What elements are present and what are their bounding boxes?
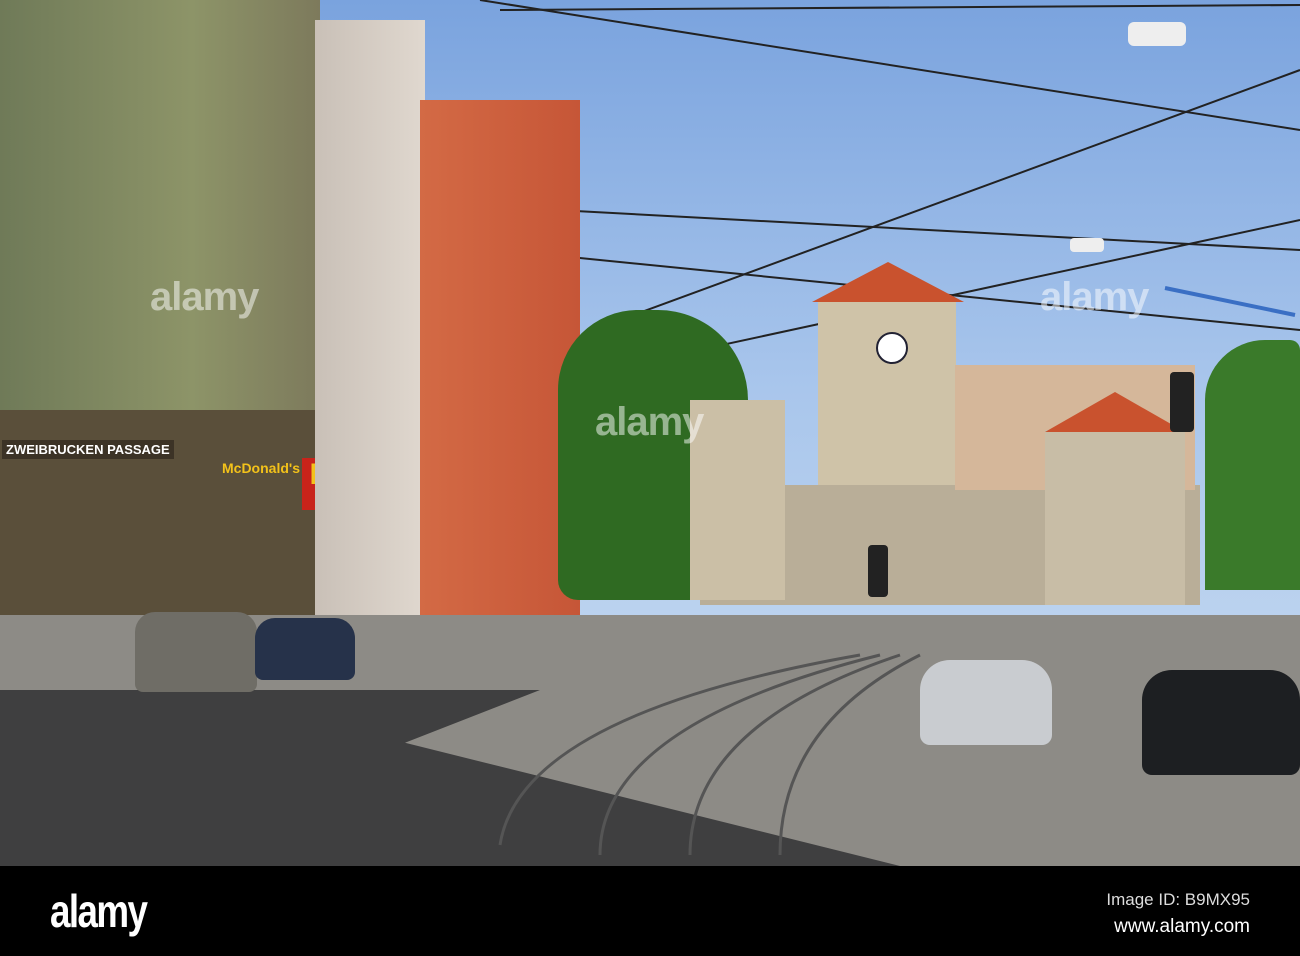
- mcdonalds-sign: McDonald's: [222, 460, 301, 476]
- gate-tower: [818, 300, 956, 490]
- passage-sign: ZWEIBRUCKEN PASSAGE: [2, 440, 174, 459]
- black-car: [1142, 670, 1300, 775]
- right-tower: [1045, 430, 1185, 605]
- traffic-light: [1170, 372, 1194, 432]
- footer-bar: [0, 866, 1300, 956]
- tower-roof: [812, 262, 964, 302]
- watermark: alamy: [1040, 275, 1149, 319]
- orange-building: [420, 100, 580, 620]
- trees-right: [1205, 340, 1300, 590]
- street-photo: ZWEIBRUCKEN PASSAGE McDonald's M alamy a…: [0, 0, 1300, 866]
- image-id: Image ID: B9MX95: [1106, 890, 1250, 909]
- watermark: alamy: [150, 275, 259, 319]
- traffic-light: [868, 545, 888, 597]
- white-building: [315, 20, 425, 630]
- parked-car: [135, 612, 257, 692]
- clock-icon: [876, 332, 908, 364]
- watermark: alamy: [595, 400, 704, 444]
- silver-car: [920, 660, 1052, 745]
- alamy-logo: alamy: [50, 885, 148, 937]
- parked-car: [255, 618, 355, 680]
- site-url[interactable]: www.alamy.com: [1114, 916, 1250, 938]
